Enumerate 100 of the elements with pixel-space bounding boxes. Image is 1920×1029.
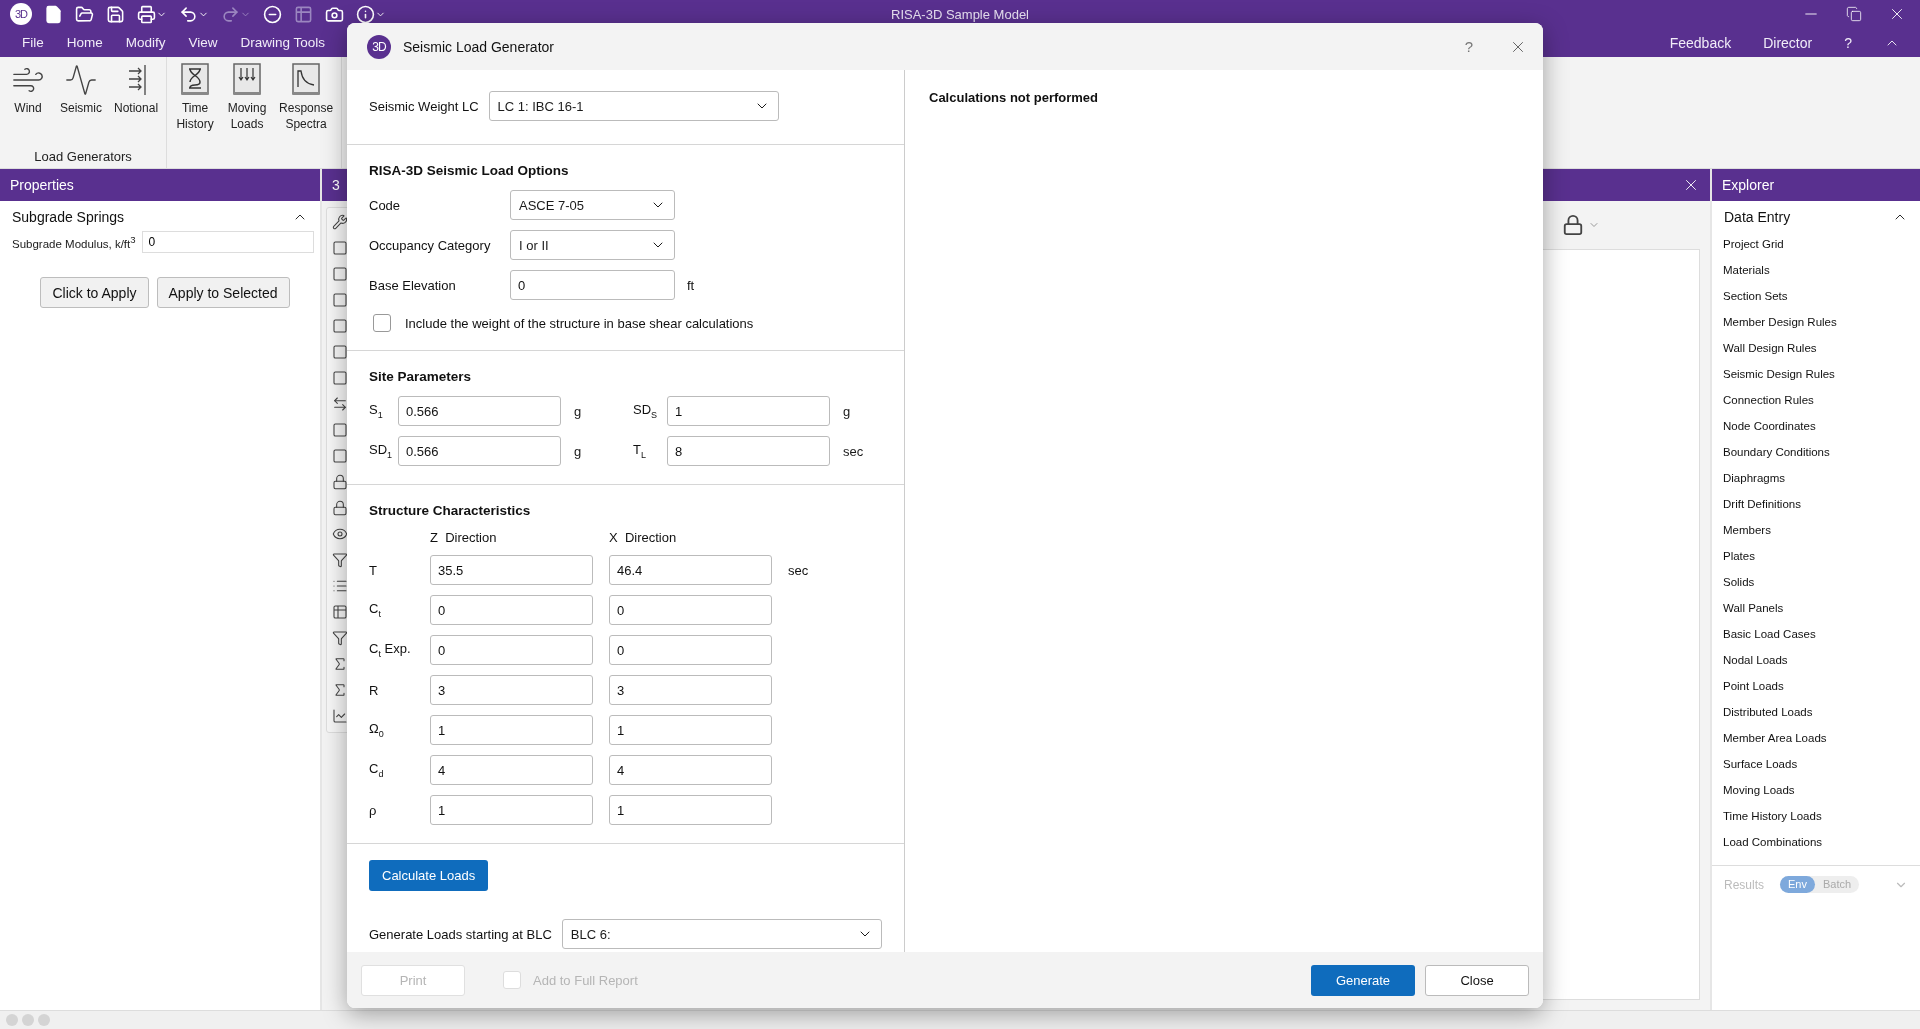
app-logo[interactable]: 3D — [10, 3, 32, 25]
dropdown[interactable]: I or II — [510, 230, 675, 260]
explorer-item[interactable]: Members — [1723, 517, 1920, 543]
help-button[interactable]: ? — [1844, 34, 1852, 51]
unit-label: g — [842, 403, 851, 419]
checkbox[interactable] — [373, 314, 391, 332]
explorer-item[interactable]: Moving Loads — [1723, 777, 1920, 803]
input-field[interactable]: 35.5 — [430, 555, 593, 585]
explorer-item[interactable]: Project Grid — [1723, 231, 1920, 257]
lock-icon[interactable] — [1562, 214, 1584, 236]
filter-icon[interactable] — [332, 552, 348, 568]
explorer-item[interactable]: Wall Design Rules — [1723, 335, 1920, 361]
section-title: RISA-3D Seismic Load Options — [369, 163, 570, 178]
sigma-icon[interactable] — [332, 682, 348, 698]
print-icon[interactable] — [137, 4, 167, 24]
input-field[interactable]: 0 — [609, 635, 772, 665]
swap-arrows-icon[interactable] — [332, 396, 348, 412]
input-field[interactable]: 1 — [667, 396, 830, 426]
info-icon[interactable] — [356, 4, 386, 24]
parameter-label: C$_{t}$ — [369, 601, 382, 619]
input-field[interactable]: 4 — [430, 755, 593, 785]
input-field[interactable]: 46.4 — [609, 555, 772, 585]
dropdown[interactable]: ASCE 7-05 — [510, 190, 675, 220]
dropdown[interactable]: LC 1: IBC 16-1 — [488, 91, 779, 121]
input-field[interactable]: 3 — [609, 675, 772, 705]
explorer-item[interactable]: Node Coordinates — [1723, 413, 1920, 439]
explorer-item[interactable]: Surface Loads — [1723, 751, 1920, 777]
explorer-item[interactable]: Seismic Design Rules — [1723, 361, 1920, 387]
explorer-item[interactable]: Point Loads — [1723, 673, 1920, 699]
menu-link[interactable]: Feedback — [1669, 34, 1732, 51]
input-field[interactable]: 0 — [609, 595, 772, 625]
line-chart-icon[interactable] — [332, 708, 348, 724]
explorer-item[interactable]: Member Area Loads — [1723, 725, 1920, 751]
camera-icon[interactable] — [325, 4, 344, 24]
explorer-item[interactable]: Connection Rules — [1723, 387, 1920, 413]
apply-button[interactable]: Apply to Selected — [156, 277, 290, 308]
explorer-item[interactable]: Boundary Conditions — [1723, 439, 1920, 465]
input-field[interactable]: 0 — [510, 270, 675, 300]
ribbon-button[interactable]: Response Spectra — [277, 61, 336, 134]
eye-icon[interactable] — [332, 526, 348, 542]
explorer-item[interactable]: Section Sets — [1723, 283, 1920, 309]
ribbon-button[interactable]: Seismic — [58, 61, 104, 118]
explorer-item[interactable]: Solids — [1723, 569, 1920, 595]
menu-link[interactable]: Director — [1763, 34, 1813, 51]
explorer-item[interactable]: Nodal Loads — [1723, 647, 1920, 673]
input-field[interactable]: 3 — [430, 675, 593, 705]
explorer-item[interactable]: Diaphragms — [1723, 465, 1920, 491]
results-label: Results — [1724, 877, 1764, 892]
open-folder-icon[interactable] — [75, 4, 94, 24]
sigma-icon[interactable] — [332, 656, 348, 672]
menu-tab[interactable]: View — [188, 35, 218, 50]
help-button[interactable]: ? — [1464, 38, 1473, 55]
explorer-item[interactable]: Member Design Rules — [1723, 309, 1920, 335]
ribbon-button[interactable]: Notional — [112, 61, 161, 118]
explorer-item[interactable]: Time History Loads — [1723, 803, 1920, 829]
minus-circle-icon[interactable] — [263, 4, 282, 24]
input-field[interactable]: 1 — [430, 715, 593, 745]
input-field[interactable]: 4 — [609, 755, 772, 785]
group-label: Load Generators — [33, 149, 133, 166]
table-icon[interactable] — [294, 4, 313, 24]
explorer-item[interactable]: Basic Load Cases — [1723, 621, 1920, 647]
ribbon-button[interactable]: Moving Loads — [225, 61, 270, 134]
ribbon-button[interactable]: Wind — [6, 61, 50, 118]
explorer-item[interactable]: Materials — [1723, 257, 1920, 283]
wrench-icon[interactable] — [332, 214, 348, 230]
generate-button[interactable]: Generate — [1311, 964, 1415, 996]
seismic-wave-icon — [64, 63, 98, 97]
explorer-item[interactable]: Drift Definitions — [1723, 491, 1920, 517]
input-field[interactable]: 1 — [609, 715, 772, 745]
explorer-item[interactable]: Plates — [1723, 543, 1920, 569]
explorer-item[interactable]: Distributed Loads — [1723, 699, 1920, 725]
input-field[interactable]: 0 — [430, 635, 593, 665]
input-field[interactable]: 0.566 — [398, 436, 561, 466]
input-field[interactable]: 0 — [430, 595, 593, 625]
explorer-item[interactable]: Wall Panels — [1723, 595, 1920, 621]
menu-tab[interactable]: Modify — [125, 35, 166, 50]
undo-icon[interactable] — [179, 4, 209, 24]
calculate-loads-button[interactable]: Calculate Loads — [369, 860, 489, 891]
input-field[interactable]: 1 — [430, 795, 593, 825]
input-field[interactable]: 8 — [667, 436, 830, 466]
input-field[interactable]: 0.566 — [398, 396, 561, 426]
lock-icon[interactable] — [332, 474, 348, 490]
input-field[interactable]: 1 — [609, 795, 772, 825]
ribbon-button[interactable]: Time History — [173, 61, 218, 134]
save-icon[interactable] — [106, 4, 125, 24]
apply-button[interactable]: Click to Apply — [40, 277, 149, 308]
menu-tab[interactable]: Drawing Tools — [240, 35, 326, 50]
restore-icon[interactable] — [1846, 6, 1862, 22]
menu-tab[interactable]: File — [22, 35, 44, 50]
redo-icon[interactable] — [221, 4, 251, 24]
table-icon[interactable] — [332, 604, 348, 620]
menu-tab[interactable]: Home — [66, 35, 103, 50]
dropdown[interactable]: BLC 6: — [561, 919, 882, 949]
explorer-item[interactable]: Load Combinations — [1723, 829, 1920, 855]
lock-icon[interactable] — [332, 500, 348, 516]
filter-icon[interactable] — [332, 630, 348, 646]
list-icon[interactable] — [332, 578, 348, 594]
input-field[interactable]: 0 — [141, 231, 314, 253]
close-button[interactable]: Close — [1425, 964, 1529, 996]
new-file-icon[interactable] — [44, 4, 63, 24]
